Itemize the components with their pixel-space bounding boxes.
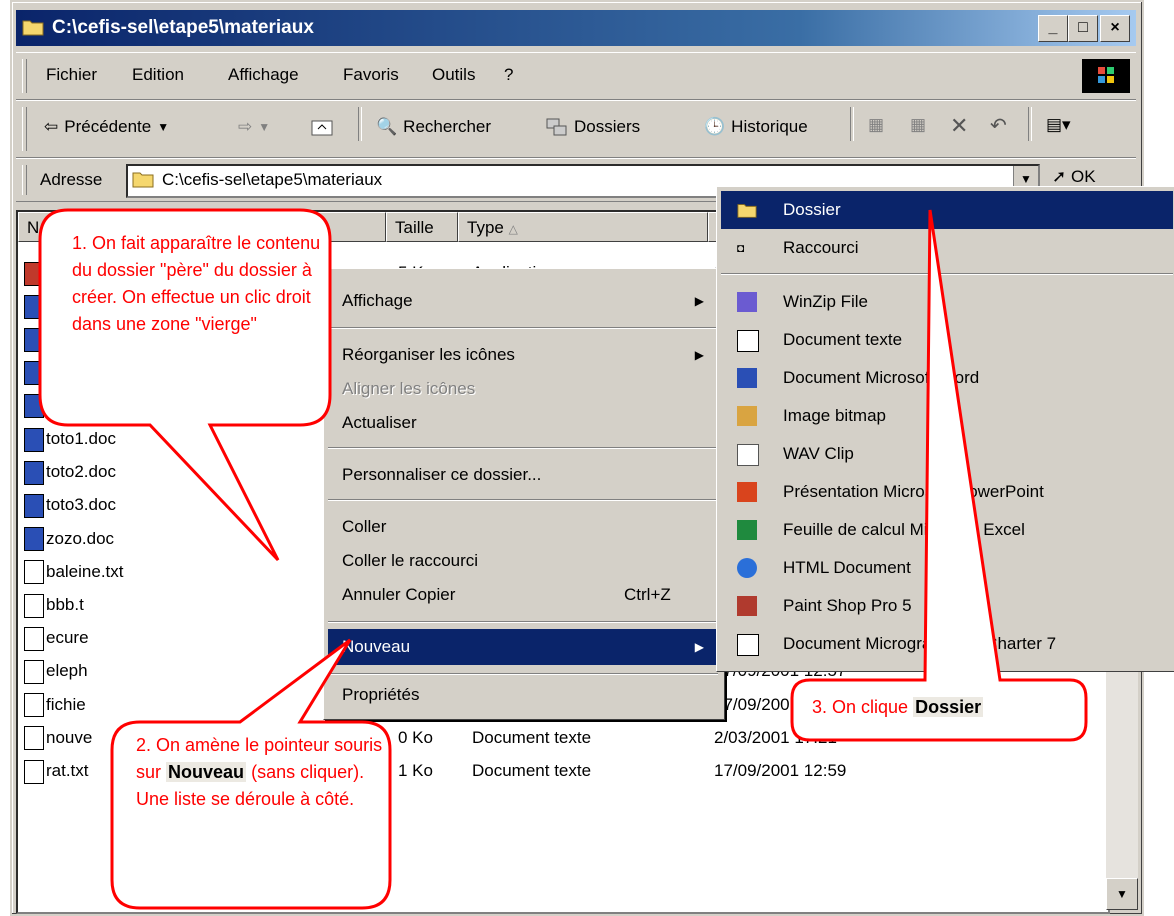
callout-2-text: 2. On amène le pointeur souris sur Nouve… [136,732,386,813]
callout-2-highlight: Nouveau [166,762,247,782]
callout-3-bubble [790,209,1088,742]
callout-1-text: 1. On fait apparaître le contenu du doss… [72,233,321,334]
callout-3-text: 3. On clique Dossier [812,694,984,721]
callout-3-highlight: Dossier [913,697,984,717]
callout-3-part-a: 3. On clique [812,697,909,717]
